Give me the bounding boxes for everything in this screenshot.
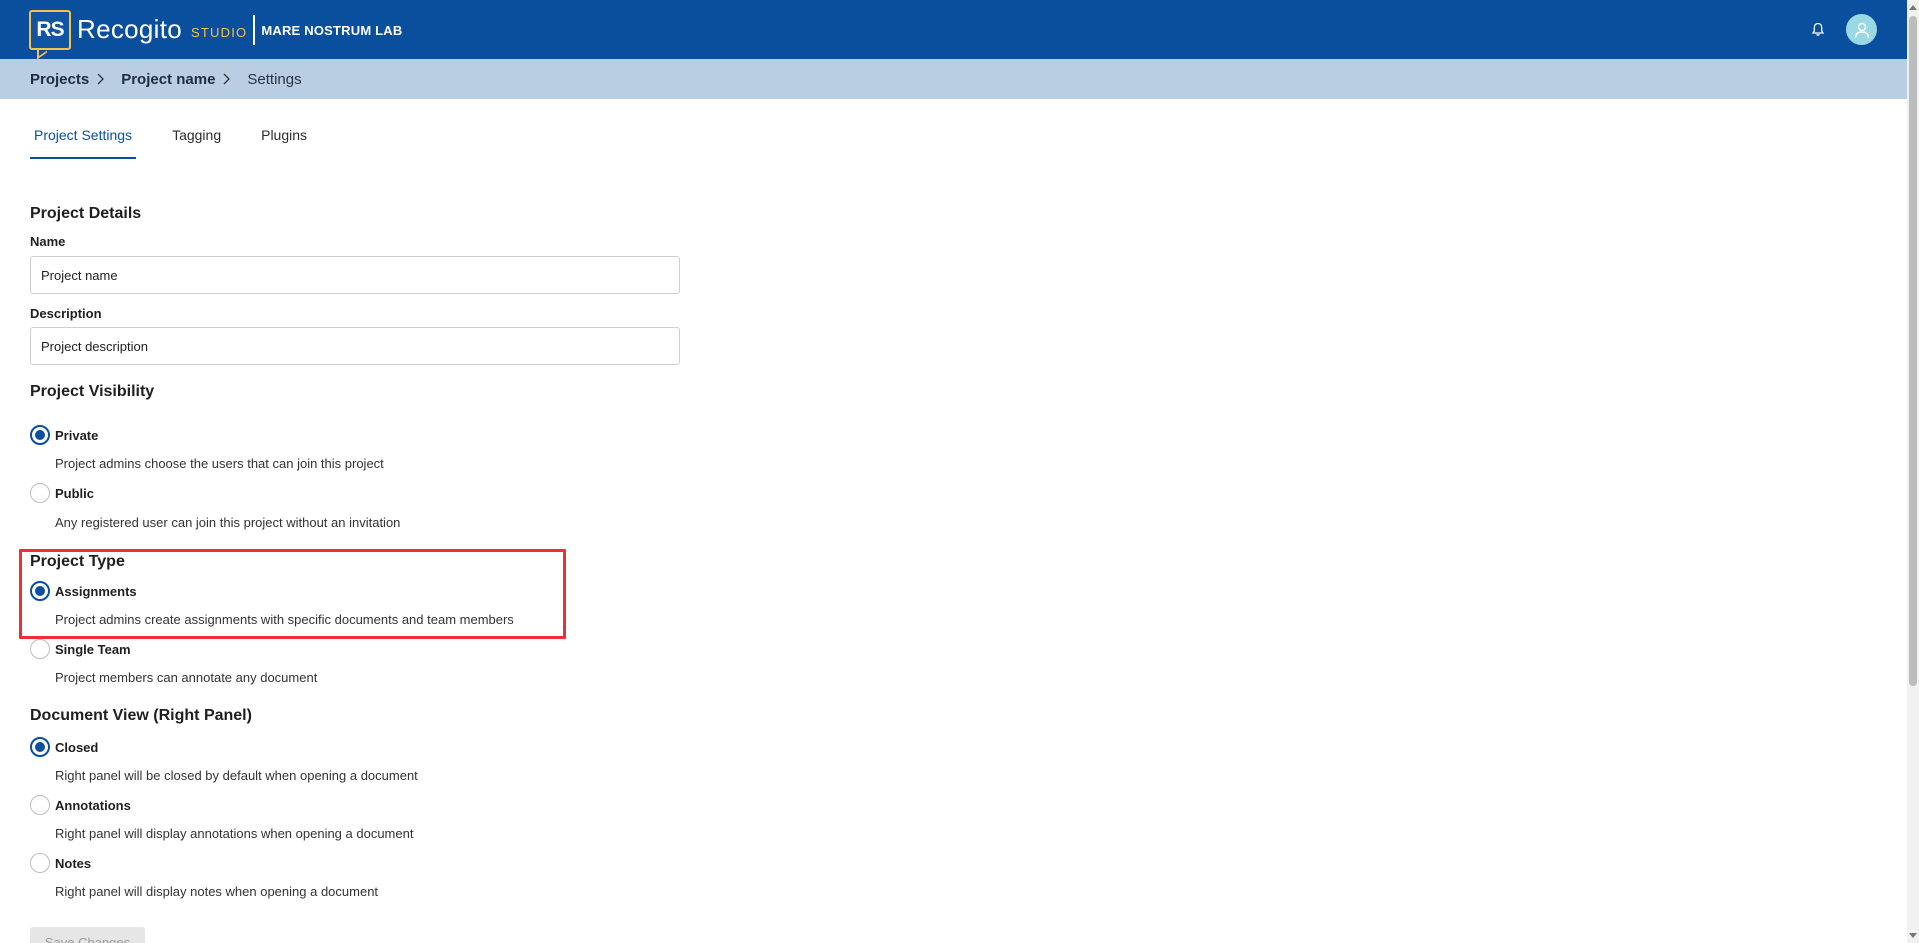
- tab-project-settings[interactable]: Project Settings: [30, 119, 137, 159]
- chevron-right-icon: [95, 72, 109, 86]
- radio-private[interactable]: [30, 425, 50, 445]
- save-changes-button[interactable]: Save Changes: [30, 927, 145, 943]
- project-name-input[interactable]: [30, 256, 680, 294]
- app-root: RS Recogito STUDIO MARE NOSTRUM LAB Proj…: [0, 0, 1919, 943]
- radio-label-private: Private: [55, 427, 99, 443]
- radio-label-annotations: Annotations: [55, 797, 131, 813]
- breadcrumb: Projects Project name Settings: [0, 59, 1907, 99]
- scrollbar-thumb[interactable]: [1909, 16, 1917, 686]
- visibility-private-option[interactable]: Private: [30, 424, 98, 446]
- radio-public[interactable]: [30, 483, 50, 503]
- app-name: Recogito: [77, 14, 183, 44]
- user-icon: [1854, 22, 1869, 38]
- scroll-down-icon[interactable]: [1907, 929, 1919, 943]
- radio-assignments[interactable]: [30, 581, 50, 601]
- radio-notes[interactable]: [30, 853, 50, 873]
- organization-name: MARE NOSTRUM LAB: [261, 23, 403, 38]
- chevron-right-icon: [221, 72, 235, 86]
- breadcrumb-projects[interactable]: Projects: [30, 71, 89, 88]
- document-view-heading: Document View (Right Panel): [30, 707, 252, 724]
- name-label: Name: [30, 234, 66, 249]
- radio-annotations[interactable]: [30, 795, 50, 815]
- radio-label-public: Public: [55, 485, 95, 501]
- project-details-heading: Project Details: [30, 205, 142, 222]
- logo-mark: RS: [29, 9, 71, 50]
- radio-closed[interactable]: [30, 737, 50, 757]
- breadcrumb-current: Settings: [247, 70, 302, 88]
- description-label: Description: [30, 306, 102, 321]
- radio-label-single-team: Single Team: [55, 641, 131, 657]
- radio-desc-single-team: Project members can annotate any documen…: [55, 670, 318, 685]
- radio-label-notes: Notes: [55, 855, 92, 871]
- top-header: RS Recogito STUDIO MARE NOSTRUM LAB: [0, 0, 1907, 59]
- scroll-up-icon[interactable]: [1907, 0, 1919, 14]
- radio-desc-private: Project admins choose the users that can…: [55, 456, 384, 471]
- radio-desc-annotations: Right panel will display annotations whe…: [55, 826, 414, 841]
- user-avatar[interactable]: [1846, 14, 1877, 45]
- radio-single-team[interactable]: [30, 639, 50, 659]
- radio-label-assignments: Assignments: [55, 583, 137, 599]
- type-single-team-option[interactable]: Single Team: [30, 638, 131, 660]
- radio-label-closed: Closed: [55, 739, 99, 755]
- type-assignments-option[interactable]: Assignments: [30, 580, 137, 602]
- radio-desc-notes: Right panel will display notes when open…: [55, 884, 379, 899]
- header-actions: [1804, 0, 1877, 59]
- tab-plugins[interactable]: Plugins: [257, 119, 311, 159]
- settings-tabs: Project Settings Tagging Plugins: [30, 119, 343, 159]
- docview-annotations-option[interactable]: Annotations: [30, 794, 131, 816]
- breadcrumb-project-name[interactable]: Project name: [121, 71, 215, 88]
- vertical-scrollbar[interactable]: [1907, 0, 1919, 943]
- tab-tagging[interactable]: Tagging: [168, 119, 225, 159]
- notification-bell-icon[interactable]: [1804, 16, 1832, 44]
- project-type-heading: Project Type: [30, 553, 125, 570]
- radio-desc-closed: Right panel will be closed by default wh…: [55, 768, 418, 783]
- app-suffix: STUDIO: [191, 25, 248, 40]
- project-visibility-heading: Project Visibility: [30, 383, 155, 400]
- radio-desc-assignments: Project admins create assignments with s…: [55, 612, 514, 627]
- project-description-input[interactable]: [30, 327, 680, 365]
- radio-desc-public: Any registered user can join this projec…: [55, 515, 401, 530]
- visibility-public-option[interactable]: Public: [30, 482, 94, 504]
- app-logo[interactable]: RS Recogito STUDIO MARE NOSTRUM LAB: [29, 0, 402, 59]
- docview-notes-option[interactable]: Notes: [30, 852, 91, 874]
- logo-divider: [253, 14, 256, 45]
- docview-closed-option[interactable]: Closed: [30, 736, 98, 758]
